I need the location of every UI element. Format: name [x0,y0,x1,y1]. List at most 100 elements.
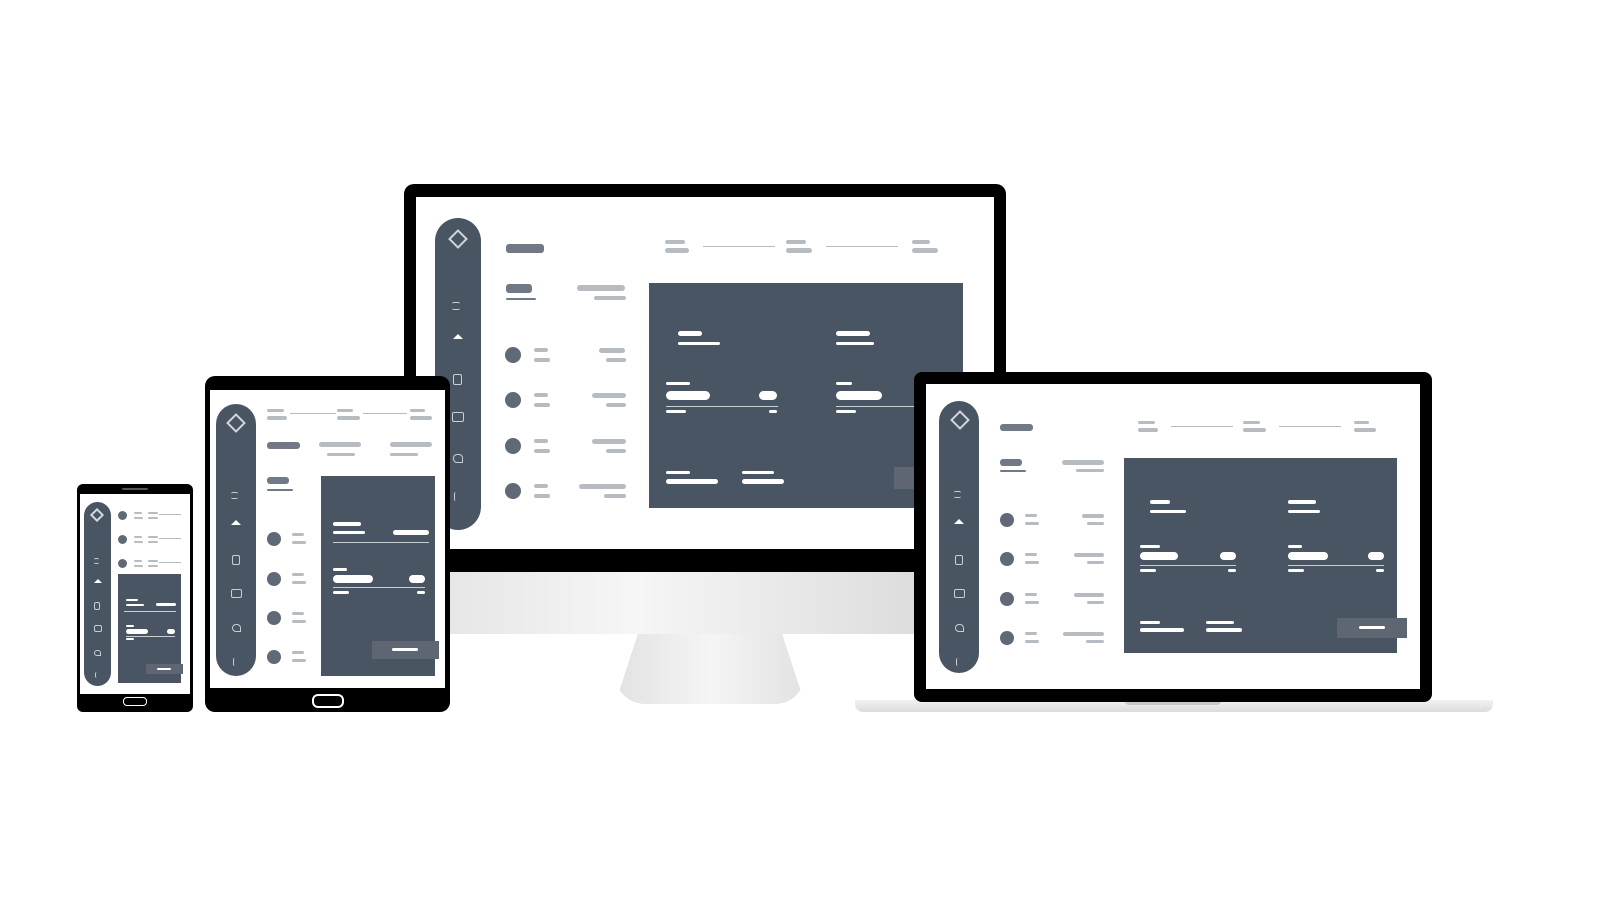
list-item[interactable] [134,517,143,519]
list-item-value [1074,553,1104,557]
list-item[interactable] [534,348,548,352]
list-item[interactable] [1025,601,1039,604]
field-label [333,568,347,571]
tab-inactive[interactable] [1076,469,1104,472]
list-item[interactable] [534,358,550,362]
list-item[interactable] [292,573,304,576]
tab-inactive[interactable] [577,285,625,291]
building-icon[interactable] [954,589,965,598]
card-subtitle [836,342,874,345]
list-item[interactable] [292,612,304,615]
list-item[interactable] [534,403,550,407]
step-1 [1138,421,1155,424]
field-value[interactable] [666,391,710,400]
list-item[interactable] [134,536,142,538]
list-item[interactable] [534,494,550,498]
list-item[interactable] [292,533,304,536]
list-item[interactable] [534,439,548,443]
step-1 [665,248,689,253]
tablet-home-button[interactable] [312,694,344,708]
list-item[interactable] [1025,522,1039,525]
footer-value [1206,628,1242,632]
list-item[interactable] [134,512,142,514]
hand-icon[interactable] [956,658,961,666]
menu-icon[interactable] [94,558,99,564]
list-item[interactable] [292,581,306,584]
list-item[interactable] [292,620,306,623]
hand-icon[interactable] [95,672,99,678]
building-icon[interactable] [94,625,102,632]
step-2 [1243,421,1260,424]
tab-inactive[interactable] [327,453,355,456]
list-item[interactable] [534,484,548,488]
list-item[interactable] [1025,593,1037,596]
tab-inactive[interactable] [319,442,361,447]
list-item[interactable] [292,651,304,654]
list-item[interactable] [292,541,306,544]
tab-inactive[interactable] [594,296,626,300]
field-badge [167,629,175,634]
tab-inactive[interactable] [390,442,432,447]
laptop-screen [926,384,1420,689]
list-item-value [148,565,158,567]
step-connector [290,413,336,414]
field-value[interactable] [836,391,882,400]
footer-label [1206,621,1234,624]
heart-icon[interactable] [453,454,463,463]
heart-icon[interactable] [232,624,241,632]
list-item[interactable] [1025,514,1037,517]
action-button[interactable] [372,641,439,659]
hand-icon[interactable] [454,492,460,501]
building-icon[interactable] [231,589,242,598]
tab-active[interactable] [506,284,532,293]
monitor-stand-neck [445,570,925,634]
card-title [836,331,870,336]
list-item[interactable] [134,565,143,567]
field-value[interactable] [333,575,373,583]
step-2 [337,409,353,412]
building-icon[interactable] [452,412,464,422]
list-item[interactable] [134,541,143,543]
step-3 [912,240,930,244]
list-item[interactable] [534,449,550,453]
step-1 [267,409,284,412]
avatar [118,511,127,520]
list-item[interactable] [1025,553,1037,556]
field-value[interactable] [1140,552,1178,560]
document-icon[interactable] [453,374,462,385]
footer-value [742,479,784,484]
action-button[interactable] [1337,618,1407,638]
home-icon[interactable] [94,579,102,583]
list-item[interactable] [1025,640,1039,643]
menu-icon[interactable] [452,302,460,310]
tab-inactive[interactable] [390,453,418,456]
list-item-value [1087,561,1104,564]
list-item[interactable] [534,393,548,397]
list-item-value [592,393,626,398]
menu-icon[interactable] [954,491,961,498]
card-title [126,599,138,601]
field-value[interactable] [1288,552,1328,560]
field-note [1228,569,1236,572]
field-value[interactable] [126,629,148,634]
tab-inactive[interactable] [1062,460,1104,465]
tab-active[interactable] [1000,459,1022,466]
document-icon[interactable] [955,555,963,565]
action-button[interactable] [146,664,183,674]
phone-home-button[interactable] [123,697,147,706]
list-item[interactable] [134,560,142,562]
tab-active[interactable] [267,477,289,484]
field-note [333,591,349,594]
home-icon[interactable] [954,519,964,524]
hand-icon[interactable] [233,658,238,666]
document-icon[interactable] [232,555,240,565]
list-item[interactable] [292,659,306,662]
home-icon[interactable] [231,520,241,525]
heart-icon[interactable] [94,650,101,656]
document-icon[interactable] [94,602,100,610]
heart-icon[interactable] [955,624,964,632]
list-item[interactable] [1025,632,1037,635]
menu-icon[interactable] [231,492,238,499]
home-icon[interactable] [453,334,463,339]
list-item[interactable] [1025,561,1039,564]
